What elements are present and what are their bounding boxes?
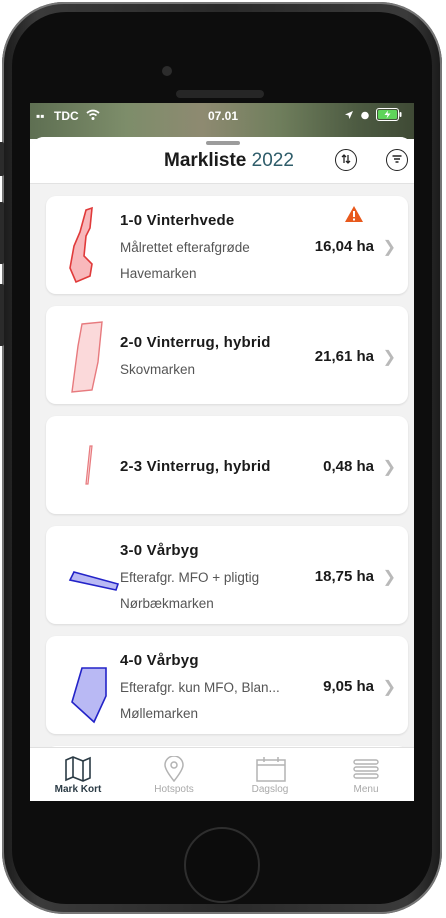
page-title: Markliste 2022 <box>164 150 294 172</box>
tab-dagslog[interactable]: Dagslog <box>222 748 318 801</box>
warning-icon[interactable] <box>344 205 364 223</box>
field-area: 0,48 ha <box>323 458 374 475</box>
status-bar: ▪▪ TDC 07.01 <box>30 103 414 139</box>
map-icon <box>65 756 91 782</box>
field-shape-icon <box>69 206 93 284</box>
earpiece-speaker <box>176 90 264 98</box>
wifi-icon <box>86 109 100 120</box>
field-name: 1-0 Vinterhvede <box>120 212 235 229</box>
field-name: 2-3 Vinterrug, hybrid <box>120 458 271 475</box>
field-area: 18,75 ha <box>314 568 374 585</box>
location-pin-icon <box>164 756 184 782</box>
filter-icon <box>392 155 402 163</box>
field-card[interactable]: 4-0 Vårbyg Efterafgr. kun MFO, Blan... 9… <box>46 636 408 734</box>
chevron-right-icon: ❯ <box>382 459 396 476</box>
tab-label: Mark Kort <box>54 784 102 795</box>
field-subtitle: Efterafgr. MFO + pligtig <box>120 570 260 585</box>
field-name: 4-0 Vårbyg <box>120 652 199 669</box>
field-card[interactable]: 1-0 Vinterhvede Målrettet efterafgrøde 1… <box>46 196 408 294</box>
title-year: 2022 <box>251 150 294 171</box>
field-card[interactable]: 3-0 Vårbyg Efterafgr. MFO + pligtig 18,7… <box>46 526 408 624</box>
tab-menu[interactable]: Menu <box>318 748 414 801</box>
app-screen: ▪▪ TDC 07.01 Markliste 2022 1-0 Vinterhv… <box>30 103 414 801</box>
field-location: Skovmarken <box>120 362 196 377</box>
field-location: Møllemarken <box>120 706 199 721</box>
field-shape-icon <box>68 571 120 591</box>
volume-down-button <box>0 284 4 346</box>
field-list-sheet: Markliste 2022 1-0 Vinterhvede Målrettet… <box>30 137 414 801</box>
tab-label: Dagslog <box>251 784 289 795</box>
volume-up-button <box>0 202 4 264</box>
sort-arrows-icon <box>341 154 351 164</box>
sheet-grabber[interactable] <box>206 141 240 145</box>
filter-button[interactable] <box>386 149 408 171</box>
carrier-label: TDC <box>54 109 79 123</box>
field-shape-icon <box>71 667 107 724</box>
field-shape-icon <box>85 445 93 485</box>
menu-icon <box>353 759 379 779</box>
field-area: 21,61 ha <box>314 348 374 365</box>
field-shape-icon <box>71 321 103 393</box>
field-name: 3-0 Vårbyg <box>120 542 199 559</box>
chevron-right-icon: ❯ <box>382 679 396 696</box>
tab-bar: Mark Kort Hotspots Dagslog Menu <box>30 747 414 801</box>
sort-button[interactable] <box>335 149 357 171</box>
home-button[interactable] <box>184 827 260 903</box>
chevron-right-icon: ❯ <box>382 349 396 366</box>
battery-icon <box>376 108 402 121</box>
field-subtitle: Målrettet efterafgrøde <box>120 240 250 255</box>
field-card[interactable]: 2-0 Vinterrug, hybrid 21,61 ha ❯ Skovmar… <box>46 306 408 404</box>
calendar-icon <box>256 757 286 782</box>
chevron-right-icon: ❯ <box>382 239 396 256</box>
field-area: 16,04 ha <box>314 238 374 255</box>
signal-icon: ▪▪ <box>36 109 45 123</box>
location-arrow-icon <box>345 111 353 119</box>
field-area: 9,05 ha <box>323 678 374 695</box>
field-location: Havemarken <box>120 266 197 281</box>
status-time: 07.01 <box>208 109 239 123</box>
alarm-icon <box>361 111 369 120</box>
chevron-right-icon: ❯ <box>382 569 396 586</box>
field-name: 2-0 Vinterrug, hybrid <box>120 334 271 351</box>
tab-label: Menu <box>353 784 379 795</box>
front-camera <box>162 66 172 76</box>
field-location: Nørbækmarken <box>120 596 214 611</box>
field-subtitle: Efterafgr. kun MFO, Blan... <box>120 680 280 695</box>
tab-mark-kort[interactable]: Mark Kort <box>30 748 126 801</box>
field-card[interactable]: 2-3 Vinterrug, hybrid 0,48 ha ❯ <box>46 416 408 514</box>
title-text: Markliste <box>164 150 247 171</box>
mute-switch <box>0 142 4 176</box>
tab-hotspots[interactable]: Hotspots <box>126 748 222 801</box>
tab-label: Hotspots <box>154 784 194 795</box>
list-header: Markliste 2022 <box>30 137 414 184</box>
